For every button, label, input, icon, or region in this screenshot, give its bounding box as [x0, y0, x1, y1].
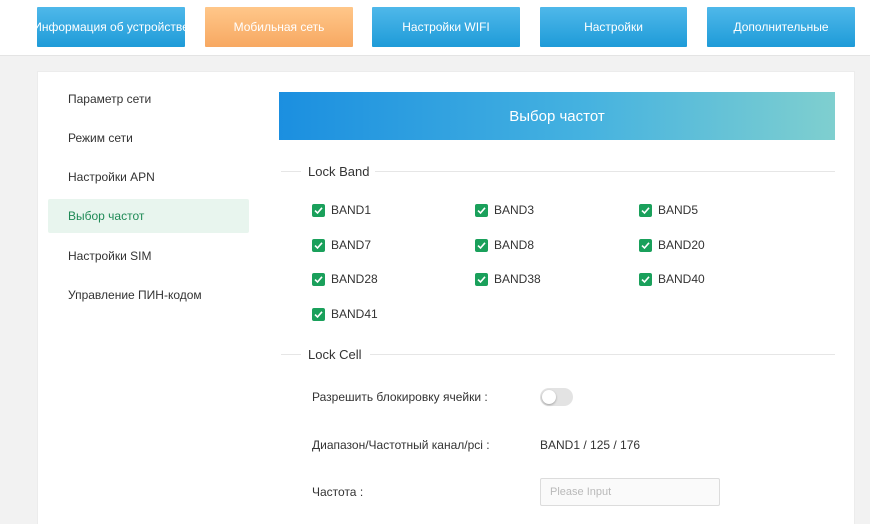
band-checkbox[interactable]: BAND1 [312, 203, 371, 217]
checkbox-checked-icon [639, 272, 652, 286]
section-divider [281, 171, 301, 172]
range-label: Диапазон/Частотный канал/pci : [312, 438, 490, 452]
page-title: Выбор частот [279, 92, 835, 140]
band-label: BAND28 [331, 272, 378, 286]
band-checkbox[interactable]: BAND38 [475, 272, 541, 286]
checkbox-checked-icon [475, 238, 488, 252]
band-label: BAND1 [331, 203, 372, 217]
sidebar-item-apn-settings[interactable]: Настройки APN [48, 160, 249, 194]
band-label: BAND7 [331, 238, 372, 252]
sidebar-item-network-mode[interactable]: Режим сети [48, 121, 249, 155]
checkbox-checked-icon [312, 272, 325, 286]
band-label: BAND38 [494, 272, 541, 286]
section-divider [370, 354, 835, 355]
checkbox-checked-icon [312, 307, 325, 321]
band-checkbox[interactable]: BAND28 [312, 272, 378, 286]
band-label: BAND40 [658, 272, 705, 286]
band-label: BAND5 [658, 203, 699, 217]
checkbox-checked-icon [639, 203, 652, 217]
checkbox-checked-icon [639, 238, 652, 252]
checkbox-checked-icon [475, 272, 488, 286]
tab-device-info[interactable]: Информация об устройстве [37, 7, 185, 47]
frequency-label: Частота : [312, 485, 364, 499]
band-label: BAND8 [494, 238, 535, 252]
band-label: BAND3 [494, 203, 535, 217]
sidebar-item-pin-management[interactable]: Управление ПИН-кодом [48, 278, 249, 312]
tab-advanced[interactable]: Дополнительные [707, 7, 855, 47]
sidebar-item-sim-settings[interactable]: Настройки SIM [48, 239, 249, 273]
sidebar-item-band-selection[interactable]: Выбор частот [48, 199, 249, 233]
lock-band-title: Lock Band [308, 164, 378, 179]
enable-cell-lock-label: Разрешить блокировку ячейки : [312, 390, 488, 404]
tab-mobile-network[interactable]: Мобильная сеть [205, 7, 353, 47]
tab-settings[interactable]: Настройки [540, 7, 687, 47]
top-navigation: Информация об устройстве Мобильная сеть … [0, 0, 870, 56]
band-label: BAND20 [658, 238, 705, 252]
sidebar-item-network-params[interactable]: Параметр сети [48, 82, 249, 116]
band-checkbox[interactable]: BAND5 [639, 203, 698, 217]
band-checkbox[interactable]: BAND41 [312, 307, 378, 321]
section-divider [375, 171, 835, 172]
band-checkbox[interactable]: BAND8 [475, 238, 534, 252]
frequency-input[interactable] [540, 478, 720, 506]
toggle-knob [542, 390, 556, 404]
checkbox-checked-icon [312, 203, 325, 217]
band-checkbox[interactable]: BAND20 [639, 238, 705, 252]
band-checkbox[interactable]: BAND40 [639, 272, 705, 286]
lock-cell-title: Lock Cell [308, 347, 370, 362]
checkbox-checked-icon [312, 238, 325, 252]
range-value: BAND1 / 125 / 176 [540, 438, 641, 452]
tab-wifi-settings[interactable]: Настройки WIFI [372, 7, 520, 47]
band-label: BAND41 [331, 307, 378, 321]
band-checkbox[interactable]: BAND7 [312, 238, 371, 252]
band-checkbox[interactable]: BAND3 [475, 203, 534, 217]
checkbox-checked-icon [475, 203, 488, 217]
enable-cell-lock-toggle[interactable] [540, 388, 573, 406]
section-divider [281, 354, 301, 355]
